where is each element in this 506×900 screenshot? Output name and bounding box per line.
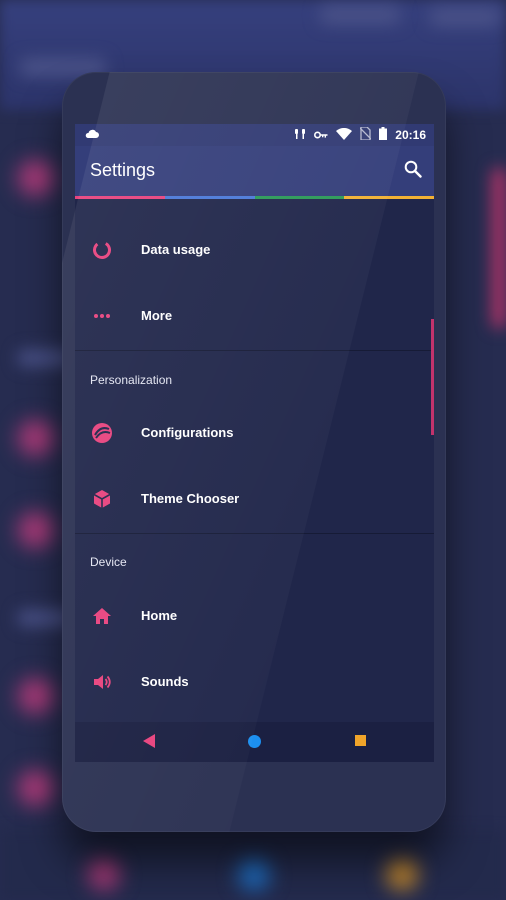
app-bar: Settings (75, 146, 434, 196)
settings-item-label: Sounds (141, 674, 189, 689)
section-header-device: Device (90, 555, 127, 569)
home-circle-icon[interactable] (248, 735, 261, 748)
settings-item-label: Theme Chooser (141, 491, 240, 506)
section-divider (75, 350, 434, 351)
scrollbar[interactable] (431, 319, 434, 435)
background-bar (430, 8, 500, 26)
settings-item-label: More (141, 308, 173, 323)
settings-list: Data usage More Personalization Configur… (75, 199, 434, 762)
theme-chooser-icon (91, 488, 113, 510)
settings-item-configurations[interactable]: Configurations (75, 401, 434, 467)
data-usage-icon (91, 239, 113, 261)
phone-screen: 20:16 Settings Data usage More Personali… (75, 124, 434, 762)
background-blob (88, 858, 120, 890)
settings-item-sounds[interactable]: Sounds (75, 650, 434, 716)
recents-square-icon[interactable] (355, 735, 366, 746)
settings-item-data-usage[interactable]: Data usage (75, 218, 434, 284)
configurations-icon (91, 422, 113, 444)
settings-item-label: Configurations (141, 425, 234, 440)
background-blob (238, 858, 270, 890)
search-icon[interactable] (404, 160, 422, 183)
section-header-personalization: Personalization (90, 373, 173, 387)
key-icon (314, 128, 328, 142)
settings-item-theme-chooser[interactable]: Theme Chooser (75, 467, 434, 533)
background-blob (18, 512, 54, 548)
background-bar (320, 6, 400, 24)
background-blob (386, 858, 418, 890)
background-bar (492, 168, 506, 328)
background-blob (18, 678, 54, 714)
background-blob (18, 160, 54, 196)
status-time: 20:16 (395, 128, 426, 142)
battery-icon (379, 127, 388, 143)
back-triangle-icon[interactable] (142, 733, 156, 754)
more-dots-icon (91, 305, 113, 327)
no-sim-icon (359, 126, 372, 143)
settings-item-more[interactable]: More (75, 284, 434, 350)
settings-item-label: Home (141, 608, 178, 623)
background-blob (18, 420, 54, 456)
navigation-bar (75, 722, 434, 762)
headphones-icon (294, 127, 306, 143)
wifi-icon (336, 127, 353, 143)
home-icon (91, 605, 113, 627)
settings-item-label: Data usage (141, 242, 211, 257)
background-blob (18, 770, 54, 806)
settings-item-home[interactable]: Home (75, 584, 434, 650)
page-title: Settings (90, 160, 156, 180)
status-bar: 20:16 (75, 124, 434, 146)
sounds-icon (91, 671, 113, 693)
cloud-icon (85, 128, 99, 142)
section-divider (75, 533, 434, 534)
